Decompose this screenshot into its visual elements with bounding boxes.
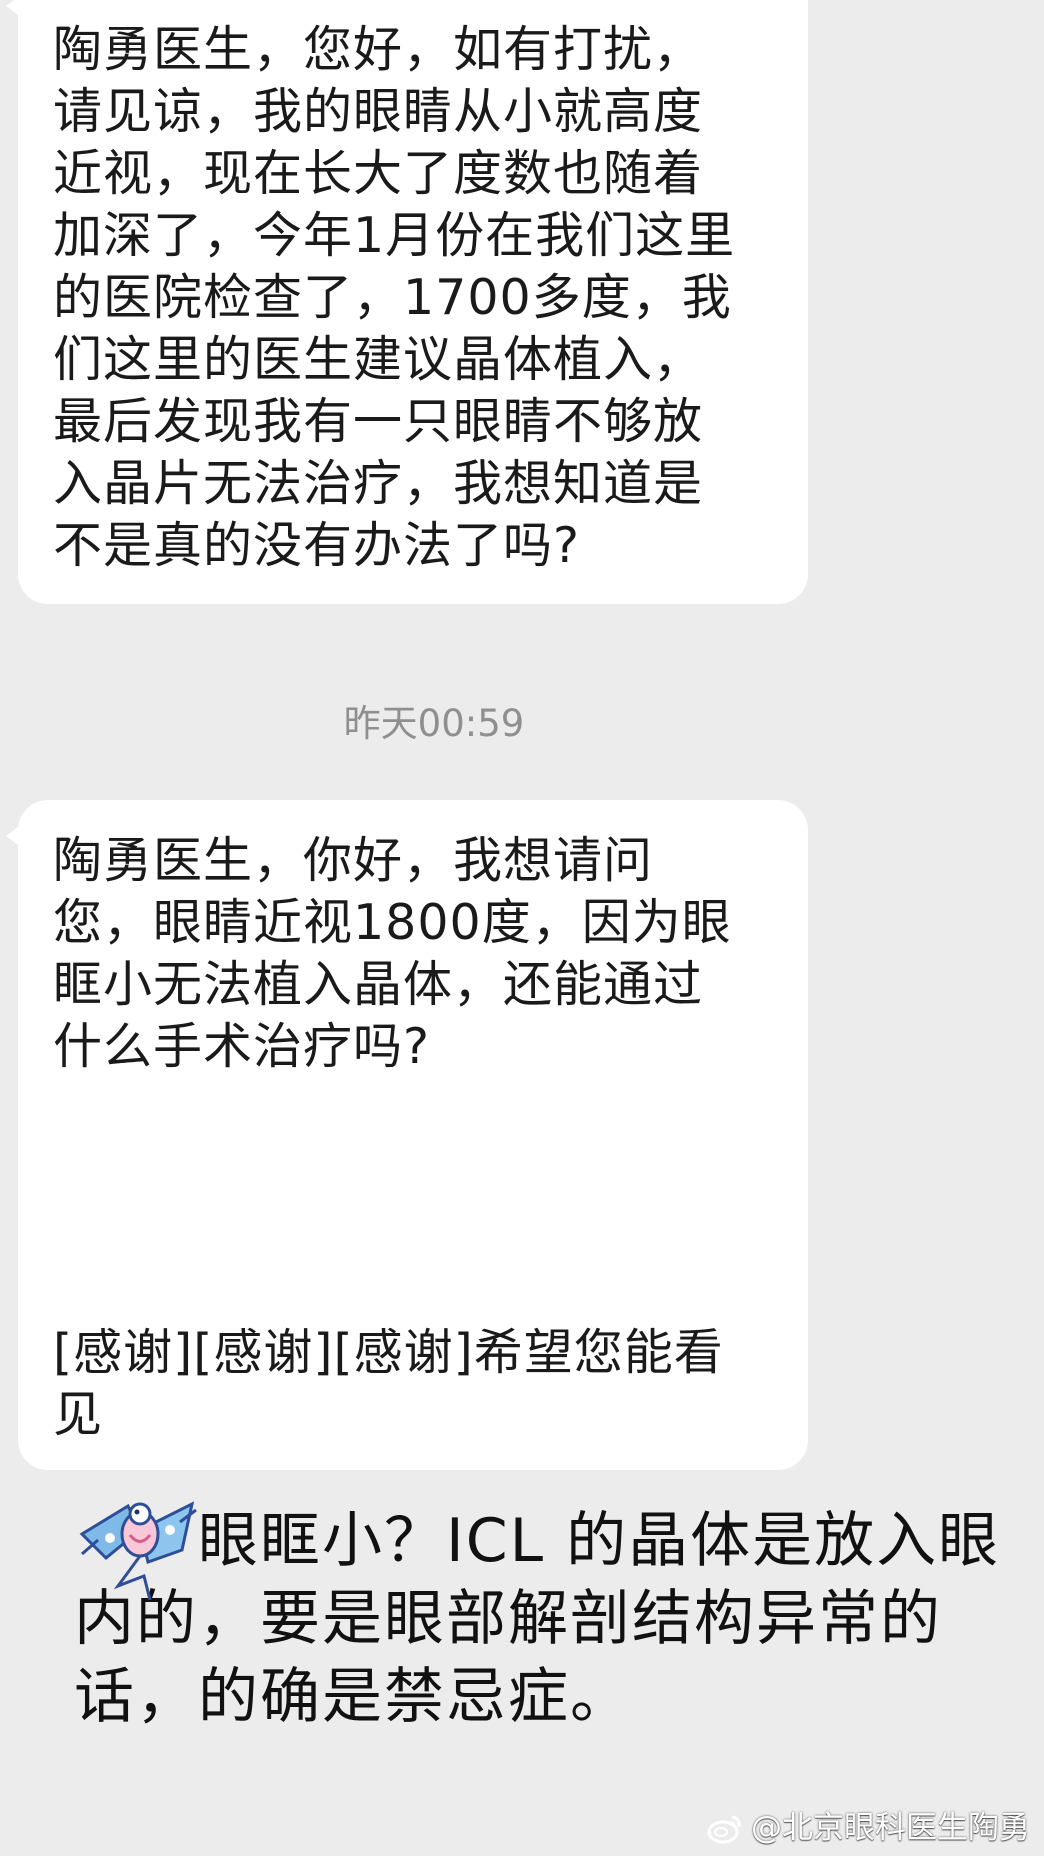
message-line: 近视，现在长大了度数也随着 — [53, 145, 704, 202]
message-line: 不是真的没有办法了吗? — [53, 517, 581, 574]
message-line: 什么手术治疗吗? — [53, 1018, 431, 1075]
message-timestamp: 昨天00:59 — [343, 702, 525, 745]
bubble-tail — [6, 0, 22, 18]
message-line: 最后发现我有一只眼睛不够放 — [53, 393, 704, 450]
message-line: 们这里的医生建议晶体植入， — [53, 331, 704, 388]
message-bubble-2[interactable]: 陶勇医生，你好，我想请问 您，眼睛近视1800度，因为眼 眶小无法植入晶体，还能… — [6, 800, 808, 1470]
message-line: 您，眼睛近视1800度，因为眼 — [53, 894, 732, 951]
weibo-watermark: @北京眼科医生陶勇 — [705, 1808, 1030, 1848]
message-line: 眶小无法植入晶体，还能通过 — [53, 956, 704, 1013]
message-line: 入晶片无法治疗，我想知道是 — [53, 455, 704, 512]
kite-icon — [79, 1501, 197, 1601]
watermark-text: @北京眼科医生陶勇 — [751, 1810, 1030, 1846]
message-line: 加深了，今年1月份在我们这里 — [53, 207, 736, 264]
bubble-tail — [6, 824, 22, 848]
message-line: 陶勇医生，您好，如有打扰， — [53, 21, 704, 78]
message-line: 陶勇医生，你好，我想请问 — [53, 832, 654, 889]
doctor-reply: 眼眶小？ICL 的晶体是放入眼内的，要是眼部解剖结构异常的话，的确是禁忌症。 — [74, 1501, 1014, 1736]
message-line: 请见谅，我的眼睛从小就高度 — [53, 83, 704, 140]
message-bubble-1[interactable]: 陶勇医生，您好，如有打扰， 请见谅，我的眼睛从小就高度 近视，现在长大了度数也随… — [6, 0, 808, 604]
weibo-icon — [707, 1815, 741, 1844]
message-line: 见 — [53, 1386, 104, 1443]
message-line: [感谢][感谢][感谢]希望您能看 — [53, 1324, 724, 1381]
reply-text: 眼眶小？ICL 的晶体是放入眼内的，要是眼部解剖结构异常的话，的确是禁忌症。 — [74, 1506, 1001, 1732]
message-line: 的医院检查了，1700多度，我 — [53, 269, 732, 326]
